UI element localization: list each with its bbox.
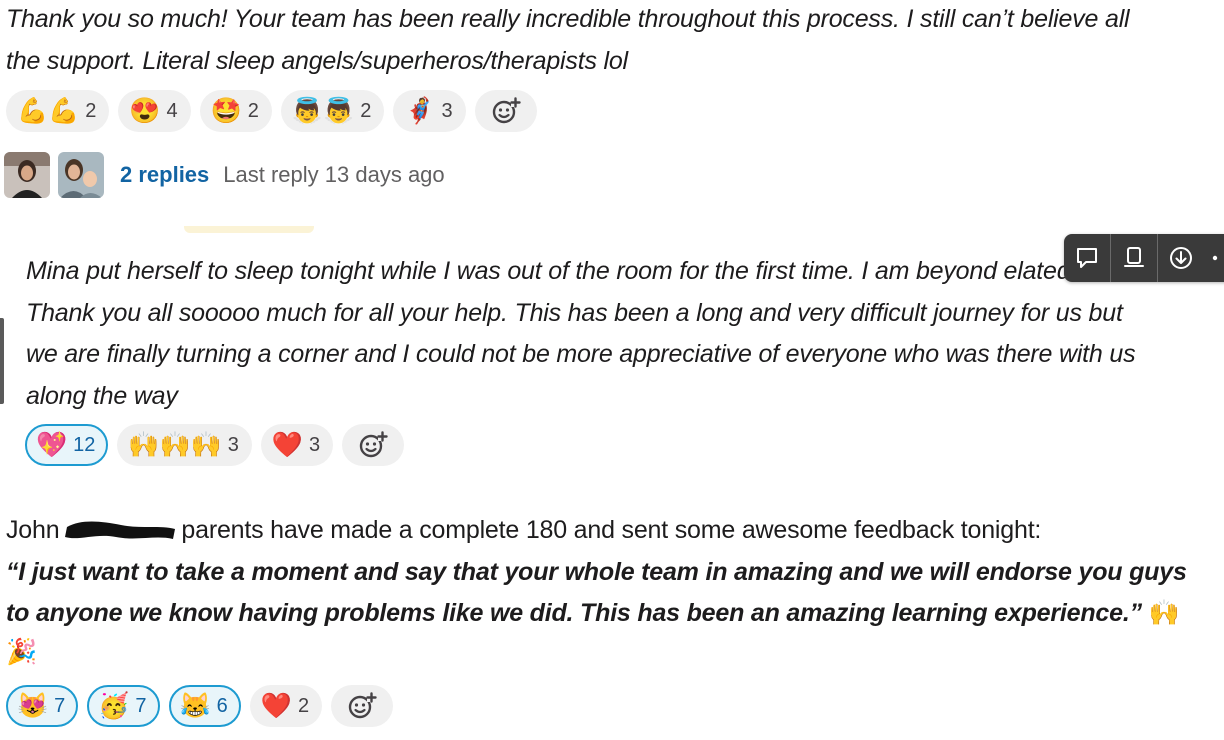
message-name: John: [6, 516, 60, 544]
raised-hands-emoji: 🙌: [1148, 599, 1180, 627]
reaction-count: 2: [85, 99, 97, 122]
reaction-count: 12: [73, 433, 96, 456]
reaction-count: 7: [135, 694, 147, 717]
message-2-text: Mina put herself to sleep tonight while …: [26, 251, 1136, 417]
reaction-emoji: 🙌🙌🙌: [128, 430, 222, 459]
reaction-emoji: 😍: [129, 96, 161, 125]
message-line: the support. Literal sleep angels/superh…: [6, 46, 628, 75]
message-2-reactions: 💖 12 🙌🙌🙌 3 ❤️ 3: [25, 424, 405, 466]
reaction-emoji: 👼👼: [291, 96, 355, 125]
reaction-count: 2: [360, 99, 372, 122]
reaction-count: 3: [441, 99, 453, 122]
reaction-count: 2: [297, 694, 310, 717]
add-reaction-icon: [492, 97, 521, 124]
reaction-pill[interactable]: 🥳 7: [87, 685, 160, 727]
message-3-reactions: 😻 7 🥳 7 😹 6 ❤️ 2: [6, 685, 394, 727]
add-reaction-icon: [348, 692, 377, 719]
thread-replies[interactable]: 2 replies Last reply 13 days ago: [4, 152, 445, 198]
reaction-count: 3: [309, 433, 321, 456]
add-reaction-icon: [359, 431, 388, 458]
avatar: [58, 152, 104, 198]
message-actions-toolbar: [1064, 234, 1224, 282]
redaction-mark: [65, 521, 176, 540]
reaction-emoji: 🦸: [404, 96, 436, 125]
last-reply-text: Last reply 13 days ago: [223, 162, 445, 187]
reaction-pill[interactable]: ❤️ 3: [260, 424, 334, 466]
avatar: [4, 152, 50, 198]
reaction-emoji: ❤️: [271, 430, 304, 459]
reaction-pill[interactable]: 😍 4: [118, 90, 191, 132]
reaction-emoji: 😻: [17, 691, 49, 720]
reaction-emoji: 🥳: [98, 691, 130, 720]
add-reaction-button[interactable]: [474, 90, 537, 132]
scroll-indicator: [0, 318, 4, 404]
reaction-pill[interactable]: 🙌🙌🙌 3: [117, 424, 252, 466]
message-3-text: John parents have made a complete 180 an…: [6, 510, 1187, 669]
message-line: along the way: [26, 381, 178, 410]
reaction-pill[interactable]: 🤩 2: [199, 90, 272, 132]
reaction-pill[interactable]: ❤️ 2: [249, 685, 323, 727]
reaction-emoji: 🤩: [210, 96, 242, 125]
message-line: Mina put herself to sleep tonight while …: [26, 257, 1078, 285]
download-button[interactable]: [1158, 234, 1204, 282]
highlight-bar: [184, 226, 314, 233]
reaction-emoji: 💖: [36, 430, 68, 459]
reaction-pill[interactable]: 🦸 3: [393, 90, 466, 132]
replies-link[interactable]: 2 replies: [120, 162, 209, 188]
reaction-count: 7: [54, 694, 66, 717]
reaction-emoji: 💪💪: [17, 96, 80, 125]
reaction-emoji: 😹: [179, 691, 211, 720]
reaction-pill[interactable]: 💖 12: [25, 424, 109, 466]
quote-line: “I just want to take a moment and say th…: [6, 557, 1187, 586]
reaction-count: 3: [227, 433, 239, 456]
add-reaction-button[interactable]: [342, 424, 405, 466]
save-button[interactable]: [1111, 234, 1157, 282]
quote-text: to anyone we know having problems like w…: [6, 599, 1142, 627]
reaction-pill[interactable]: 😹 6: [168, 685, 241, 727]
reaction-pill[interactable]: 💪💪 2: [6, 90, 110, 132]
reaction-count: 2: [247, 99, 259, 122]
reaction-pill[interactable]: 😻 7: [6, 685, 79, 727]
reaction-emoji: ❤️: [260, 691, 292, 720]
message-1-reactions: 💪💪 2 😍 4 🤩 2 👼👼 2 🦸 3: [6, 90, 537, 132]
reply-in-thread-button[interactable]: [1064, 234, 1110, 282]
bookmark-icon: [1124, 247, 1144, 267]
message-line: John parents have made a complete 180 an…: [6, 510, 1187, 552]
message-1-text: Thank you so much! Your team has been re…: [6, 0, 1130, 82]
download-icon: [1170, 247, 1192, 269]
party-popper-emoji: 🎉: [6, 637, 37, 666]
message-line: we are finally turning a corner and I co…: [26, 340, 1136, 368]
add-reaction-button[interactable]: [331, 685, 394, 727]
comment-icon: [1077, 248, 1097, 268]
reaction-count: 6: [216, 694, 228, 717]
more-actions-button[interactable]: [1204, 234, 1224, 282]
message-line: Thank you all sooooo much for all your h…: [26, 298, 1123, 327]
quote-line: to anyone we know having problems like w…: [6, 593, 1187, 635]
more-icon: [1212, 255, 1218, 261]
message-body: parents have made a complete 180 and sen…: [181, 516, 1042, 544]
reaction-pill[interactable]: 👼👼 2: [280, 90, 385, 132]
message-line: Thank you so much! Your team has been re…: [6, 5, 1130, 33]
reaction-count: 4: [166, 99, 178, 122]
